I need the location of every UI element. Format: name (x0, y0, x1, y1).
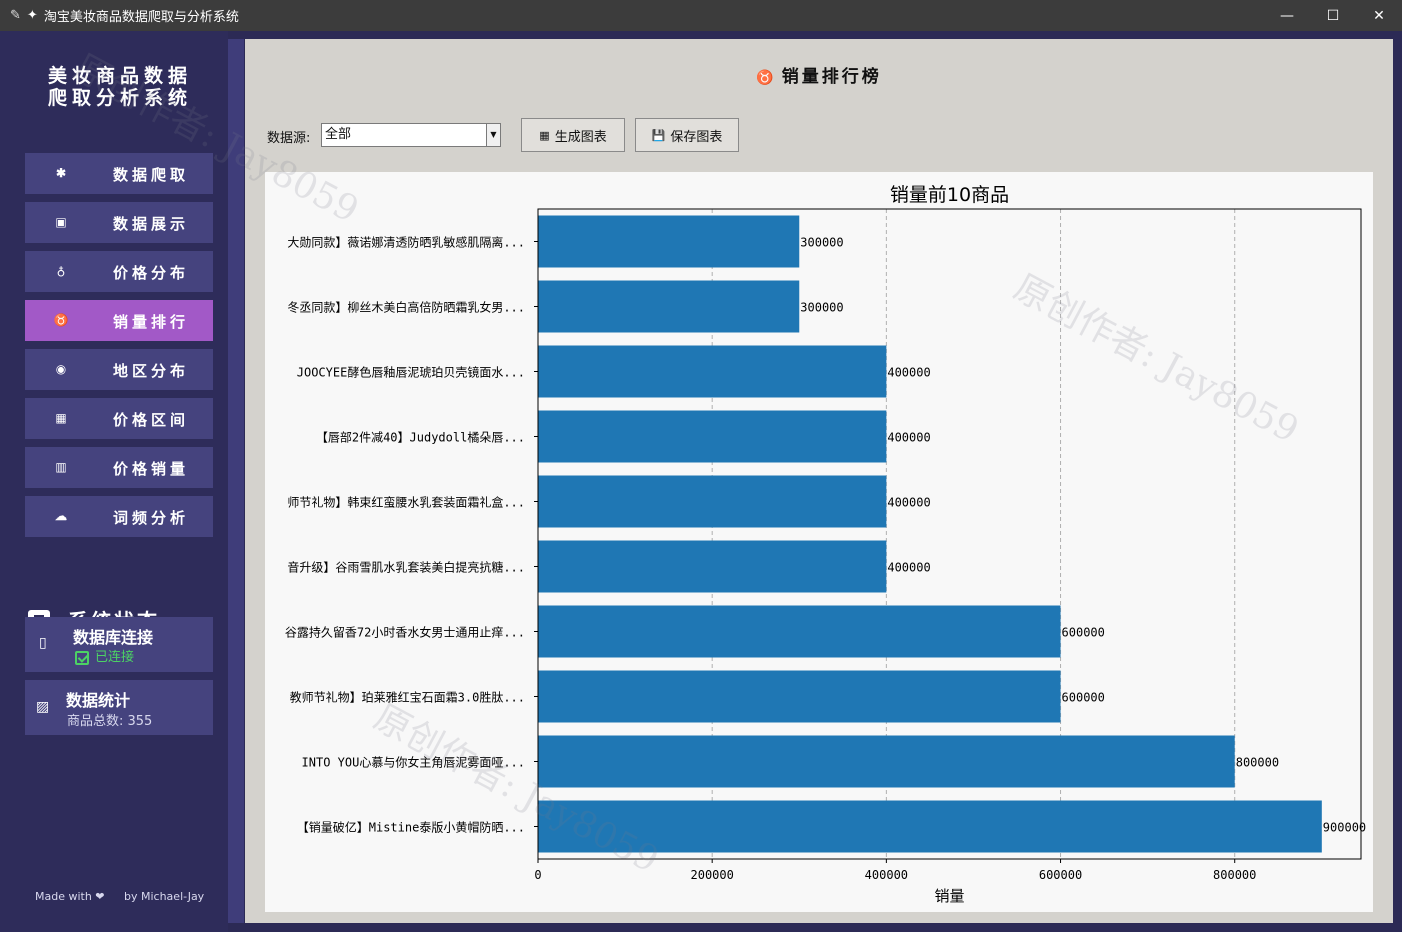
x-axis-label: 销量 (934, 887, 964, 905)
bar (538, 475, 887, 528)
money-bag-icon: ♁ (56, 264, 66, 278)
y-tick-label: 音升级】谷雨雪肌水乳套装美白提亮抗糖... (287, 560, 525, 575)
y-tick-label: 谷露持久留香72小时香水女男士通用止痒... (285, 625, 525, 640)
sidebar-item-label: 数据展示 (112, 215, 189, 233)
generate-chart-button[interactable]: ▦ 生成图表 (521, 118, 625, 152)
medal-icon: ♉ (53, 313, 69, 327)
maximize-button[interactable]: ☐ (1310, 0, 1356, 31)
bar (538, 410, 887, 463)
x-tick-label: 400000 (865, 868, 908, 882)
sidebar-item-1[interactable]: ▣ 数据展示 (25, 202, 213, 243)
sidebar-item-label: 数据爬取 (112, 166, 189, 184)
datasource-select[interactable]: 全部 ▼ (321, 123, 501, 147)
bar-value-label: 400000 (887, 496, 930, 510)
y-tick-label: 冬丞同款】柳丝木美白高倍防晒霜乳女男... (287, 300, 525, 315)
bar (538, 605, 1061, 658)
chart-title: 销量前10商品 (890, 184, 1009, 206)
globe-icon: ◉ (55, 362, 67, 376)
sidebar-item-4[interactable]: ◉ 地区分布 (25, 349, 213, 390)
main-panel: ♉ 销量排行榜 数据源: 全部 ▼ ▦ 生成图表 💾 保存图表 300000 大勋同款】… (245, 39, 1393, 923)
sidebar-item-label: 价格区间 (112, 411, 189, 429)
bar-value-label: 600000 (1062, 626, 1105, 640)
y-tick-label: 【销量破亿】Mistine泰版小黄帽防晒... (297, 820, 525, 835)
sales-ranking-chart: 300000 大勋同款】薇诺娜清透防晒乳敏感肌隔离... 300000 冬丞同款】柳丝… (285, 184, 1366, 905)
window-title: 淘宝美妆商品数据爬取与分析系统 (43, 10, 239, 25)
app-title: 美妆商品数据 爬取分析系统 (47, 65, 192, 109)
db-connection-card: ▯ 数据库连接 已连接 (25, 617, 213, 672)
cloud-icon: ☁ (55, 509, 67, 523)
y-tick-label: JOOCYEE酵色唇釉唇泥琥珀贝壳镜面水... (297, 365, 525, 380)
sidebar-item-5[interactable]: ▦ 价格区间 (25, 398, 213, 439)
chart-icon: ▦ (539, 128, 550, 142)
sidebar-item-label: 价格分布 (112, 264, 189, 282)
display-icon: ▣ (55, 215, 67, 229)
sidebar-item-label: 销量排行 (112, 313, 189, 331)
sparkle-icon: ✦ (26, 8, 38, 23)
bar (538, 280, 800, 333)
bar (538, 215, 800, 268)
x-tick-label: 800000 (1213, 868, 1256, 882)
chart-area: 300000 大勋同款】薇诺娜清透防晒乳敏感肌隔离... 300000 冬丞同款】柳丝… (265, 172, 1373, 912)
minimize-button[interactable]: — (1264, 0, 1310, 31)
footer-made-with: Made with ❤ (35, 890, 105, 903)
y-tick-label: 【唇部2件减40】Judydoll橘朵唇... (316, 430, 525, 445)
feather-icon: ✎ (10, 8, 21, 23)
sidebar-item-label: 词频分析 (112, 509, 189, 527)
bar (538, 540, 887, 593)
grid-icon: ▥ (55, 460, 67, 474)
bar (538, 735, 1235, 788)
spider-icon: ✱ (55, 166, 67, 180)
sidebar-item-6[interactable]: ▥ 价格销量 (25, 447, 213, 488)
database-icon: ▯ (39, 635, 47, 651)
sidebar-item-2[interactable]: ♁ 价格分布 (25, 251, 213, 292)
check-icon (75, 650, 89, 665)
bar-value-label: 800000 (1236, 756, 1279, 770)
bar-value-label: 400000 (887, 431, 930, 445)
bar (538, 800, 1322, 853)
x-tick-label: 0 (534, 868, 541, 882)
y-tick-label: 师节礼物】韩束红蛮腰水乳套装面霜礼盒... (287, 495, 525, 510)
chart-icon: ▦ (55, 411, 67, 425)
sidebar-item-3[interactable]: ♉ 销量排行 (25, 300, 213, 341)
bar (538, 670, 1061, 723)
close-button[interactable]: ✕ (1356, 0, 1402, 31)
datasource-label: 数据源: (267, 131, 311, 146)
sidebar-divider (228, 39, 244, 923)
sidebar: 美妆商品数据 爬取分析系统 ✱ 数据爬取 ▣ 数据展示 ♁ 价格分布 ♉ 销量排行 ◉ 地区分布 ▦… (0, 31, 228, 932)
y-tick-label: 教师节礼物】珀莱雅红宝石面霜3.0胜肽... (290, 690, 525, 705)
title-bar: ✎ ✦ 淘宝美妆商品数据爬取与分析系统 — ☐ ✕ (0, 0, 1402, 31)
footer-author: by Michael-Jay (124, 890, 205, 903)
medal-icon: ♉ (756, 70, 774, 86)
bar-value-label: 300000 (800, 236, 843, 250)
y-tick-label: INTO YOU心慕与你女主角唇泥雾面哑... (302, 755, 525, 770)
sidebar-item-7[interactable]: ☁ 词频分析 (25, 496, 213, 537)
x-tick-label: 200000 (691, 868, 734, 882)
save-chart-button[interactable]: 💾 保存图表 (635, 118, 739, 152)
sidebar-item-label: 地区分布 (112, 362, 189, 380)
bar-value-label: 900000 (1323, 821, 1366, 835)
x-tick-label: 600000 (1039, 868, 1082, 882)
db-status: 已连接 (75, 646, 134, 665)
sidebar-item-0[interactable]: ✱ 数据爬取 (25, 153, 213, 194)
bar-value-label: 400000 (887, 561, 930, 575)
sidebar-item-label: 价格销量 (112, 460, 189, 478)
data-stats-card: ▨ 数据统计 商品总数: 355 (25, 680, 213, 735)
bar-value-label: 300000 (800, 301, 843, 315)
chevron-down-icon[interactable]: ▼ (486, 124, 500, 146)
bar-value-label: 400000 (887, 366, 930, 380)
y-tick-label: 大勋同款】薇诺娜清透防晒乳敏感肌隔离... (287, 235, 525, 250)
floppy-icon: 💾 (651, 128, 666, 142)
bar-value-label: 600000 (1062, 691, 1105, 705)
stats-chart-icon: ▨ (36, 699, 50, 715)
page-title: ♉ 销量排行榜 (756, 67, 882, 87)
bar (538, 345, 887, 398)
